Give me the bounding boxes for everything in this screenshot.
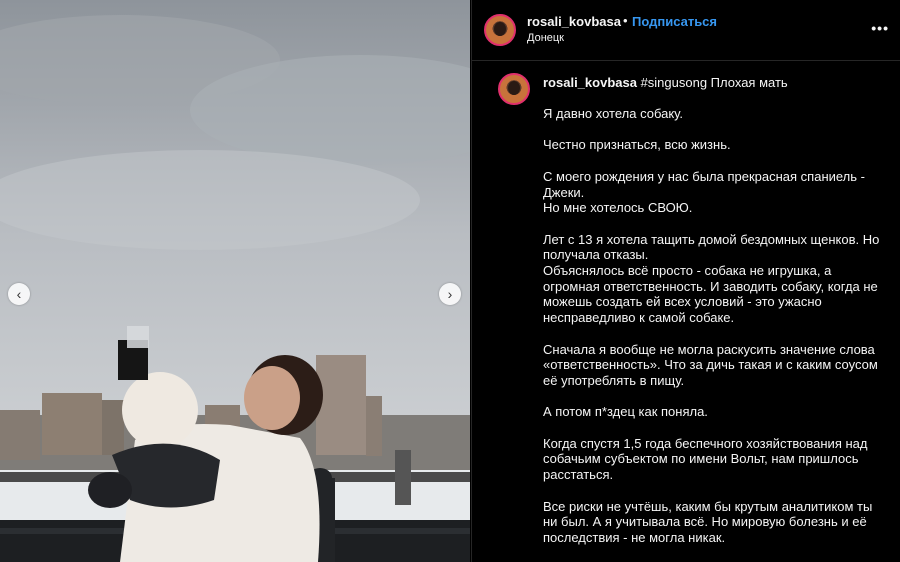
caption: rosali_kovbasa #singusong Плохая мать Я … [472, 61, 900, 562]
caption-username[interactable]: rosali_kovbasa [543, 75, 637, 90]
header-separator: • [623, 13, 628, 28]
post-photo: ‹ › [0, 0, 470, 562]
caption-text: Я давно хотела собаку. Честно признаться… [543, 106, 880, 545]
avatar[interactable] [484, 14, 516, 46]
follow-button[interactable]: Подписаться [632, 14, 717, 29]
location-link[interactable]: Донецк [527, 32, 564, 44]
more-options-icon[interactable]: ••• [871, 20, 889, 36]
caption-headline: #singusong Плохая мать [636, 75, 788, 90]
post-header: rosali_kovbasa • Подписаться Донецк ••• [472, 0, 900, 61]
caption-header: rosali_kovbasa #singusong Плохая мать [543, 75, 788, 90]
caption-avatar[interactable] [498, 73, 530, 105]
header-username[interactable]: rosali_kovbasa [527, 14, 621, 29]
previous-photo-button[interactable]: ‹ [8, 283, 30, 305]
photo-scene [0, 0, 470, 562]
next-photo-button[interactable]: › [439, 283, 461, 305]
post-panel: rosali_kovbasa • Подписаться Донецк ••• … [471, 0, 900, 562]
